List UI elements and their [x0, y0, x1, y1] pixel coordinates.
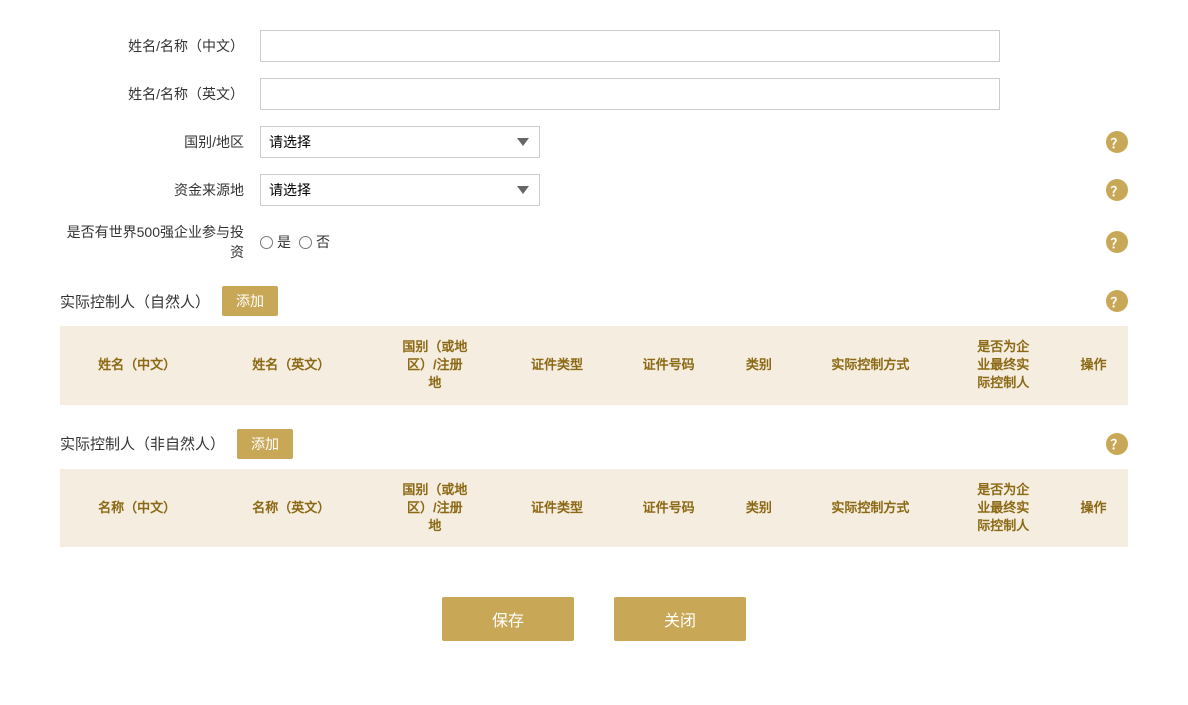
nnp-col-category: 类别 — [724, 469, 793, 548]
fund-source-label: 资金来源地 — [60, 180, 260, 200]
nnp-col-country: 国别（或地区）/注册地 — [368, 469, 501, 548]
fortune500-radio-group: 是 否 — [260, 232, 330, 252]
non-natural-person-table: 名称（中文） 名称（英文） 国别（或地区）/注册地 证件类型 证件号码 类别 实… — [60, 469, 1128, 548]
np-col-action: 操作 — [1059, 326, 1128, 405]
non-natural-person-header: 实际控制人（非自然人） 添加 ？ — [60, 429, 1128, 459]
nnp-col-action: 操作 — [1059, 469, 1128, 548]
nnp-col-cert-no: 证件号码 — [613, 469, 725, 548]
np-col-name-cn: 姓名（中文） — [60, 326, 214, 405]
nnp-col-name-en: 名称（英文） — [214, 469, 368, 548]
non-natural-person-header-row: 名称（中文） 名称（英文） 国别（或地区）/注册地 证件类型 证件号码 类别 实… — [60, 469, 1128, 548]
fortune500-help-icon[interactable]: ？ — [1106, 231, 1128, 253]
fortune500-yes-text: 是 — [277, 232, 291, 252]
nnp-col-cert-type: 证件类型 — [501, 469, 613, 548]
main-form: 姓名/名称（中文） 姓名/名称（英文） 国别/地区 请选择 ？ 资金来源地 请选… — [60, 30, 1128, 262]
fund-source-help-icon[interactable]: ？ — [1106, 179, 1128, 201]
name-cn-input[interactable] — [260, 30, 1000, 62]
country-label: 国别/地区 — [60, 132, 260, 152]
np-col-cert-no: 证件号码 — [613, 326, 725, 405]
country-help-icon[interactable]: ？ — [1106, 131, 1128, 153]
np-col-country: 国别（或地区）/注册地 — [368, 326, 501, 405]
natural-person-table: 姓名（中文） 姓名（英文） 国别（或地区）/注册地 证件类型 证件号码 类别 实… — [60, 326, 1128, 405]
bottom-buttons: 保存 关闭 — [60, 597, 1128, 641]
fortune500-yes-label[interactable]: 是 — [260, 232, 291, 252]
fortune500-label: 是否有世界500强企业参与投资 — [60, 222, 260, 262]
non-natural-person-section: 实际控制人（非自然人） 添加 ？ 名称（中文） 名称（英文） 国别（或地区）/注… — [60, 429, 1128, 548]
np-col-cert-type: 证件类型 — [501, 326, 613, 405]
nnp-col-name-cn: 名称（中文） — [60, 469, 214, 548]
country-row: 国别/地区 请选择 ？ — [60, 126, 1128, 158]
non-natural-person-table-head: 名称（中文） 名称（英文） 国别（或地区）/注册地 证件类型 证件号码 类别 实… — [60, 469, 1128, 548]
natural-person-help-icon[interactable]: ？ — [1106, 290, 1128, 312]
non-natural-person-help-icon[interactable]: ？ — [1106, 433, 1128, 455]
fortune500-no-text: 否 — [316, 232, 330, 252]
name-en-input[interactable] — [260, 78, 1000, 110]
nnp-col-control-method: 实际控制方式 — [793, 469, 947, 548]
np-col-category: 类别 — [724, 326, 793, 405]
non-natural-person-title: 实际控制人（非自然人） — [60, 433, 225, 454]
nnp-col-is-final: 是否为企业最终实际控制人 — [947, 469, 1059, 548]
np-col-control-method: 实际控制方式 — [793, 326, 947, 405]
natural-person-header-row: 姓名（中文） 姓名（英文） 国别（或地区）/注册地 证件类型 证件号码 类别 实… — [60, 326, 1128, 405]
non-natural-person-add-button[interactable]: 添加 — [237, 429, 293, 459]
natural-person-section: 实际控制人（自然人） 添加 ？ 姓名（中文） 姓名（英文） 国别（或地区）/注册… — [60, 286, 1128, 405]
country-select[interactable]: 请选择 — [260, 126, 540, 158]
np-col-is-final: 是否为企业最终实际控制人 — [947, 326, 1059, 405]
np-col-name-en: 姓名（英文） — [214, 326, 368, 405]
fortune500-no-label[interactable]: 否 — [299, 232, 330, 252]
name-en-row: 姓名/名称（英文） — [60, 78, 1128, 110]
save-button[interactable]: 保存 — [442, 597, 574, 641]
close-button[interactable]: 关闭 — [614, 597, 746, 641]
name-en-label: 姓名/名称（英文） — [60, 84, 260, 104]
natural-person-title: 实际控制人（自然人） — [60, 291, 210, 312]
name-cn-label: 姓名/名称（中文） — [60, 36, 260, 56]
name-cn-row: 姓名/名称（中文） — [60, 30, 1128, 62]
fortune500-row: 是否有世界500强企业参与投资 是 否 ？ — [60, 222, 1128, 262]
fund-source-select[interactable]: 请选择 — [260, 174, 540, 206]
fortune500-yes-radio[interactable] — [260, 236, 273, 249]
natural-person-header: 实际控制人（自然人） 添加 ？ — [60, 286, 1128, 316]
natural-person-table-head: 姓名（中文） 姓名（英文） 国别（或地区）/注册地 证件类型 证件号码 类别 实… — [60, 326, 1128, 405]
fund-source-row: 资金来源地 请选择 ？ — [60, 174, 1128, 206]
natural-person-add-button[interactable]: 添加 — [222, 286, 278, 316]
fortune500-no-radio[interactable] — [299, 236, 312, 249]
